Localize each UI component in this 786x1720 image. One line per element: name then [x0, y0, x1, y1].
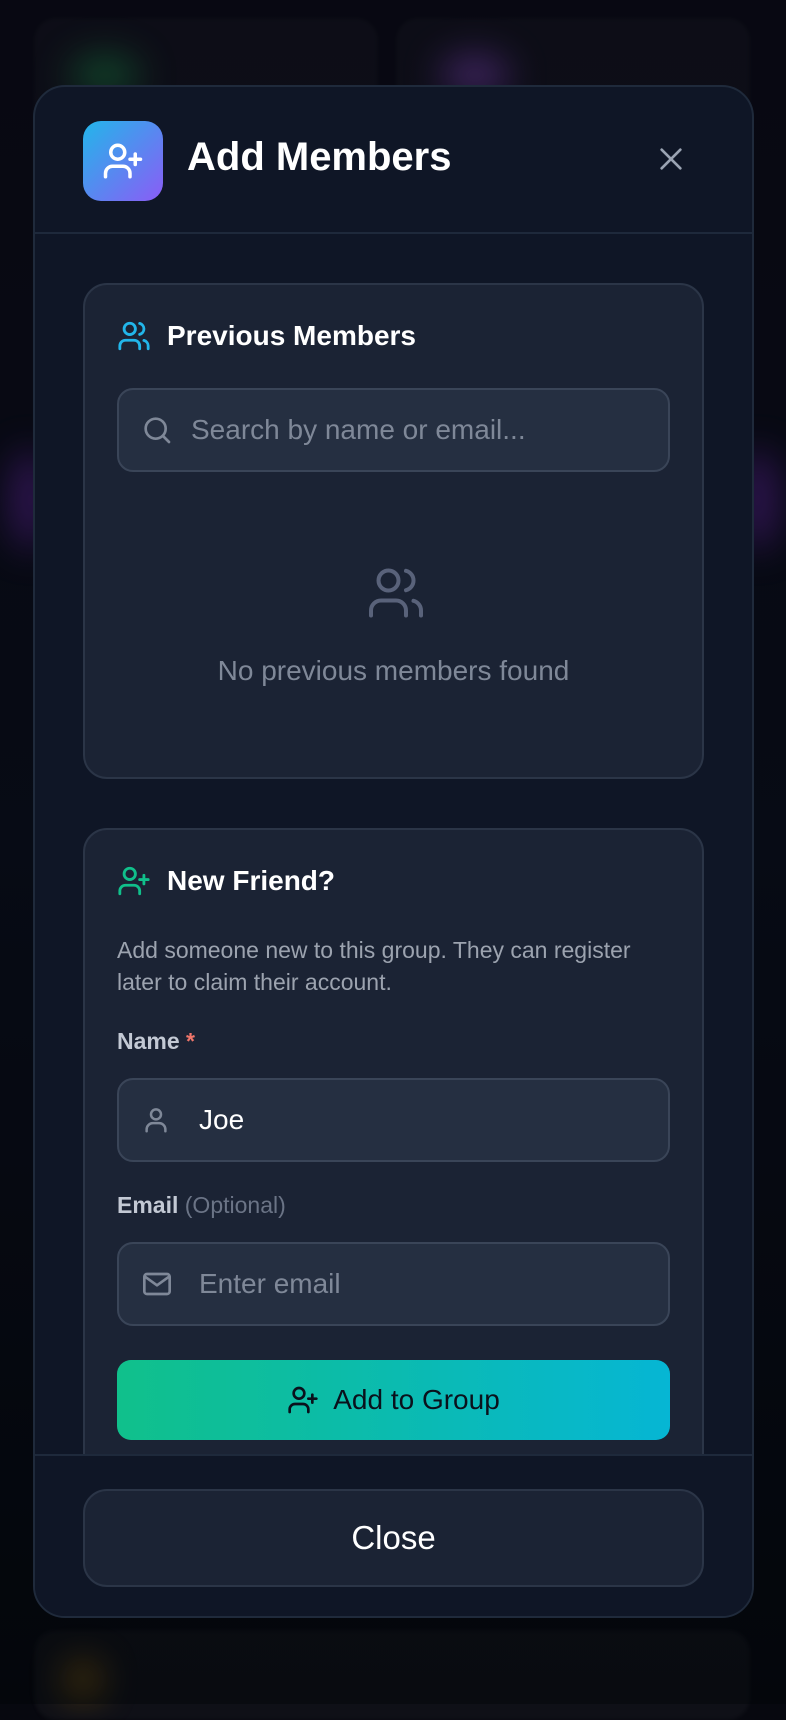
previous-members-header: Previous Members — [117, 319, 416, 353]
name-input[interactable] — [199, 1080, 648, 1160]
email-input[interactable] — [199, 1244, 648, 1324]
search-field[interactable] — [117, 388, 670, 472]
add-to-group-button[interactable]: Add to Group — [117, 1360, 670, 1440]
search-input[interactable] — [191, 390, 648, 470]
close-icon[interactable] — [651, 139, 691, 179]
name-label: Name * — [117, 1028, 195, 1055]
previous-members-title: Previous Members — [167, 320, 416, 352]
add-to-group-label: Add to Group — [333, 1384, 500, 1416]
mail-icon — [141, 1268, 173, 1300]
user-plus-icon — [83, 121, 163, 201]
required-mark: * — [186, 1028, 195, 1054]
close-button[interactable]: Close — [83, 1489, 704, 1587]
optional-hint: (Optional) — [185, 1192, 286, 1218]
add-members-modal: Add Members Previous Members — [33, 85, 754, 1618]
new-friend-panel: New Friend? Add someone new to this grou… — [83, 828, 704, 1454]
users-icon — [366, 563, 426, 628]
user-icon — [141, 1105, 171, 1135]
name-label-text: Name — [117, 1028, 180, 1054]
user-plus-icon — [287, 1384, 319, 1416]
users-icon — [117, 319, 151, 353]
modal-footer: Close — [35, 1454, 752, 1618]
new-friend-description: Add someone new to this group. They can … — [117, 934, 677, 998]
email-label-text: Email — [117, 1192, 178, 1218]
empty-state-text: No previous members found — [85, 655, 702, 687]
previous-members-panel: Previous Members — [83, 283, 704, 779]
new-friend-header: New Friend? — [117, 864, 335, 898]
user-plus-icon — [117, 864, 151, 898]
modal-body: Previous Members — [35, 236, 752, 1454]
new-friend-title: New Friend? — [167, 865, 335, 897]
email-label: Email (Optional) — [117, 1192, 286, 1219]
name-field[interactable] — [117, 1078, 670, 1162]
email-field[interactable] — [117, 1242, 670, 1326]
modal-header: Add Members — [35, 87, 752, 234]
modal-title: Add Members — [187, 135, 452, 180]
search-icon — [141, 414, 173, 446]
